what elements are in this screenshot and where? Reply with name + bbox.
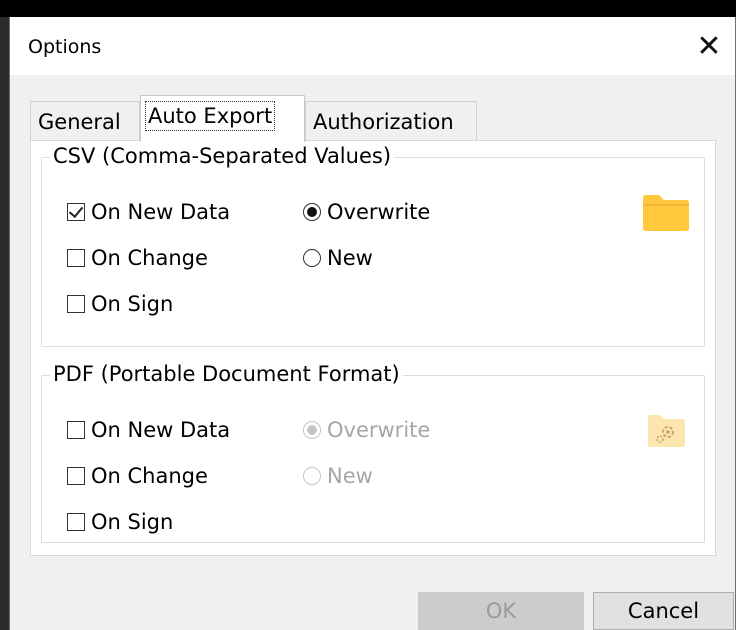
pdf-on-sign-checkbox[interactable]: On Sign [67, 510, 173, 534]
pdf-group-legend: PDF (Portable Document Format) [50, 362, 403, 386]
csv-on-change-checkbox[interactable]: On Change [67, 246, 208, 270]
checkbox-icon [67, 467, 85, 485]
ok-button[interactable]: OK [418, 592, 584, 630]
tab-general[interactable]: General [30, 101, 140, 141]
close-icon: ✕ [696, 28, 722, 64]
cancel-button[interactable]: Cancel [593, 592, 734, 630]
pdf-folder-settings-button[interactable] [642, 412, 690, 450]
radio-icon [303, 467, 321, 485]
pdf-overwrite-label: Overwrite [327, 418, 431, 442]
csv-on-new-data-checkbox[interactable]: On New Data [67, 200, 230, 224]
close-button[interactable]: ✕ [683, 17, 735, 75]
checkbox-checked-icon [67, 203, 85, 221]
csv-overwrite-label: Overwrite [327, 200, 431, 224]
title-bar: Options ✕ [10, 17, 735, 75]
csv-group-legend: CSV (Comma-Separated Values) [50, 144, 395, 168]
csv-folder-button[interactable] [642, 194, 690, 232]
auto-export-panel: CSV (Comma-Separated Values) On New Data… [30, 140, 716, 556]
pdf-new-label: New [327, 464, 373, 488]
csv-overwrite-radio[interactable]: Overwrite [303, 200, 430, 224]
tab-auto-export[interactable]: Auto Export [140, 95, 305, 142]
pdf-new-radio[interactable]: New [303, 464, 373, 488]
csv-new-label: New [327, 246, 373, 270]
checkbox-icon [67, 421, 85, 439]
csv-new-radio[interactable]: New [303, 246, 373, 270]
folder-icon [643, 195, 689, 231]
tab-authorization-label: Authorization [313, 110, 454, 134]
tab-general-label: General [38, 110, 121, 134]
radio-selected-icon [303, 203, 321, 221]
folder-settings-icon [648, 415, 685, 447]
csv-group: CSV (Comma-Separated Values) On New Data… [41, 144, 705, 347]
csv-on-new-data-label: On New Data [91, 200, 231, 224]
pdf-on-change-label: On Change [91, 464, 208, 488]
checkbox-icon [67, 249, 85, 267]
pdf-on-change-checkbox[interactable]: On Change [67, 464, 208, 488]
pdf-group: PDF (Portable Document Format) On New Da… [41, 362, 705, 543]
csv-on-change-label: On Change [91, 246, 208, 270]
options-dialog: Options ✕ General Auto Export Authorizat… [9, 17, 736, 630]
dialog-body: General Auto Export Authorization CSV (C… [10, 75, 735, 556]
pdf-on-sign-label: On Sign [91, 510, 174, 534]
checkbox-icon [67, 295, 85, 313]
dialog-footer: OK Cancel [10, 556, 735, 630]
csv-on-sign-checkbox[interactable]: On Sign [67, 292, 173, 316]
csv-on-sign-label: On Sign [91, 292, 174, 316]
pdf-on-new-data-checkbox[interactable]: On New Data [67, 418, 230, 442]
pdf-overwrite-radio[interactable]: Overwrite [303, 418, 430, 442]
background-strip [0, 0, 736, 17]
dialog-title: Options [28, 36, 102, 58]
pdf-on-new-data-label: On New Data [91, 418, 231, 442]
checkbox-icon [67, 513, 85, 531]
tab-auto-export-label: Auto Export [145, 101, 276, 131]
radio-selected-icon [303, 421, 321, 439]
radio-icon [303, 249, 321, 267]
tab-authorization[interactable]: Authorization [305, 101, 477, 141]
